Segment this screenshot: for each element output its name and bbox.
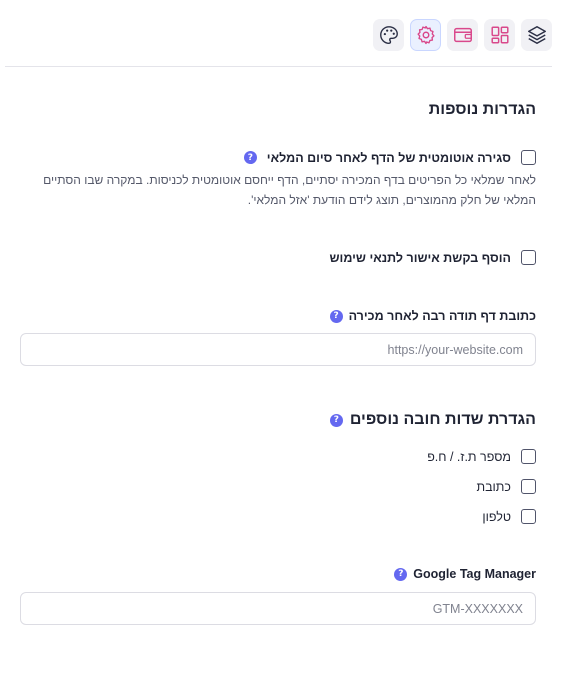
additional-settings-title: הגדרות נוספות xyxy=(429,101,536,119)
help-icon[interactable]: ? xyxy=(243,151,257,164)
required-fields-title: הגדרת שדות חובה נוספים ? xyxy=(329,411,536,429)
settings-toolbar xyxy=(373,19,552,51)
required-field-id-label: מספר ת.ז. / ח.פ xyxy=(427,449,511,464)
auto-close-label: סגירה אוטומטית של הדף לאחר סיום המלאי xyxy=(266,150,511,165)
layers-tab[interactable] xyxy=(521,19,552,51)
required-field-id-option[interactable]: מספר ת.ז. / ח.פ xyxy=(427,449,536,464)
layers-icon xyxy=(527,26,546,44)
auto-close-option[interactable]: סגירה אוטומטית של הדף לאחר סיום המלאי ? xyxy=(243,150,536,165)
thank-you-url-label-text: כתובת דף תודה רבה לאחר מכירה xyxy=(348,309,536,323)
required-field-phone-option[interactable]: טלפון xyxy=(482,509,536,524)
thank-you-url-label: כתובת דף תודה רבה לאחר מכירה ? xyxy=(329,309,536,323)
additional-settings-title-text: הגדרות נוספות xyxy=(428,101,536,118)
terms-approval-label: הוסף בקשת אישור לתנאי שימוש xyxy=(329,250,511,265)
layout-icon xyxy=(490,26,509,44)
auto-close-checkbox[interactable] xyxy=(521,150,536,165)
required-field-id-checkbox[interactable] xyxy=(521,449,536,464)
settings-icon xyxy=(416,25,435,45)
required-field-phone-checkbox[interactable] xyxy=(521,509,536,524)
terms-approval-option[interactable]: הוסף בקשת אישור לתנאי שימוש xyxy=(329,250,536,265)
gtm-label: Google Tag Manager ? xyxy=(394,567,536,581)
thank-you-url-input[interactable] xyxy=(20,333,536,366)
wallet-tab[interactable] xyxy=(447,19,478,51)
help-icon[interactable]: ? xyxy=(329,309,343,323)
required-field-address-option[interactable]: כתובת xyxy=(476,479,536,494)
wallet-icon xyxy=(453,27,472,43)
auto-close-description: לאחר שמלאי כל הפריטים בדף המכירה יסתיים,… xyxy=(43,173,536,207)
toolbar-divider xyxy=(5,66,552,67)
gtm-label-text: Google Tag Manager xyxy=(413,567,536,581)
help-icon[interactable]: ? xyxy=(394,567,408,581)
palette-tab[interactable] xyxy=(373,19,404,51)
layout-tab[interactable] xyxy=(484,19,515,51)
gtm-input[interactable] xyxy=(20,592,536,625)
required-field-address-checkbox[interactable] xyxy=(521,479,536,494)
required-field-phone-label: טלפון xyxy=(482,509,511,524)
settings-tab[interactable] xyxy=(410,19,441,51)
required-field-address-label: כתובת xyxy=(476,479,511,494)
help-icon[interactable]: ? xyxy=(329,413,343,427)
terms-approval-checkbox[interactable] xyxy=(521,250,536,265)
palette-icon xyxy=(379,26,398,44)
required-fields-title-text: הגדרת שדות חובה נוספים xyxy=(349,411,536,428)
